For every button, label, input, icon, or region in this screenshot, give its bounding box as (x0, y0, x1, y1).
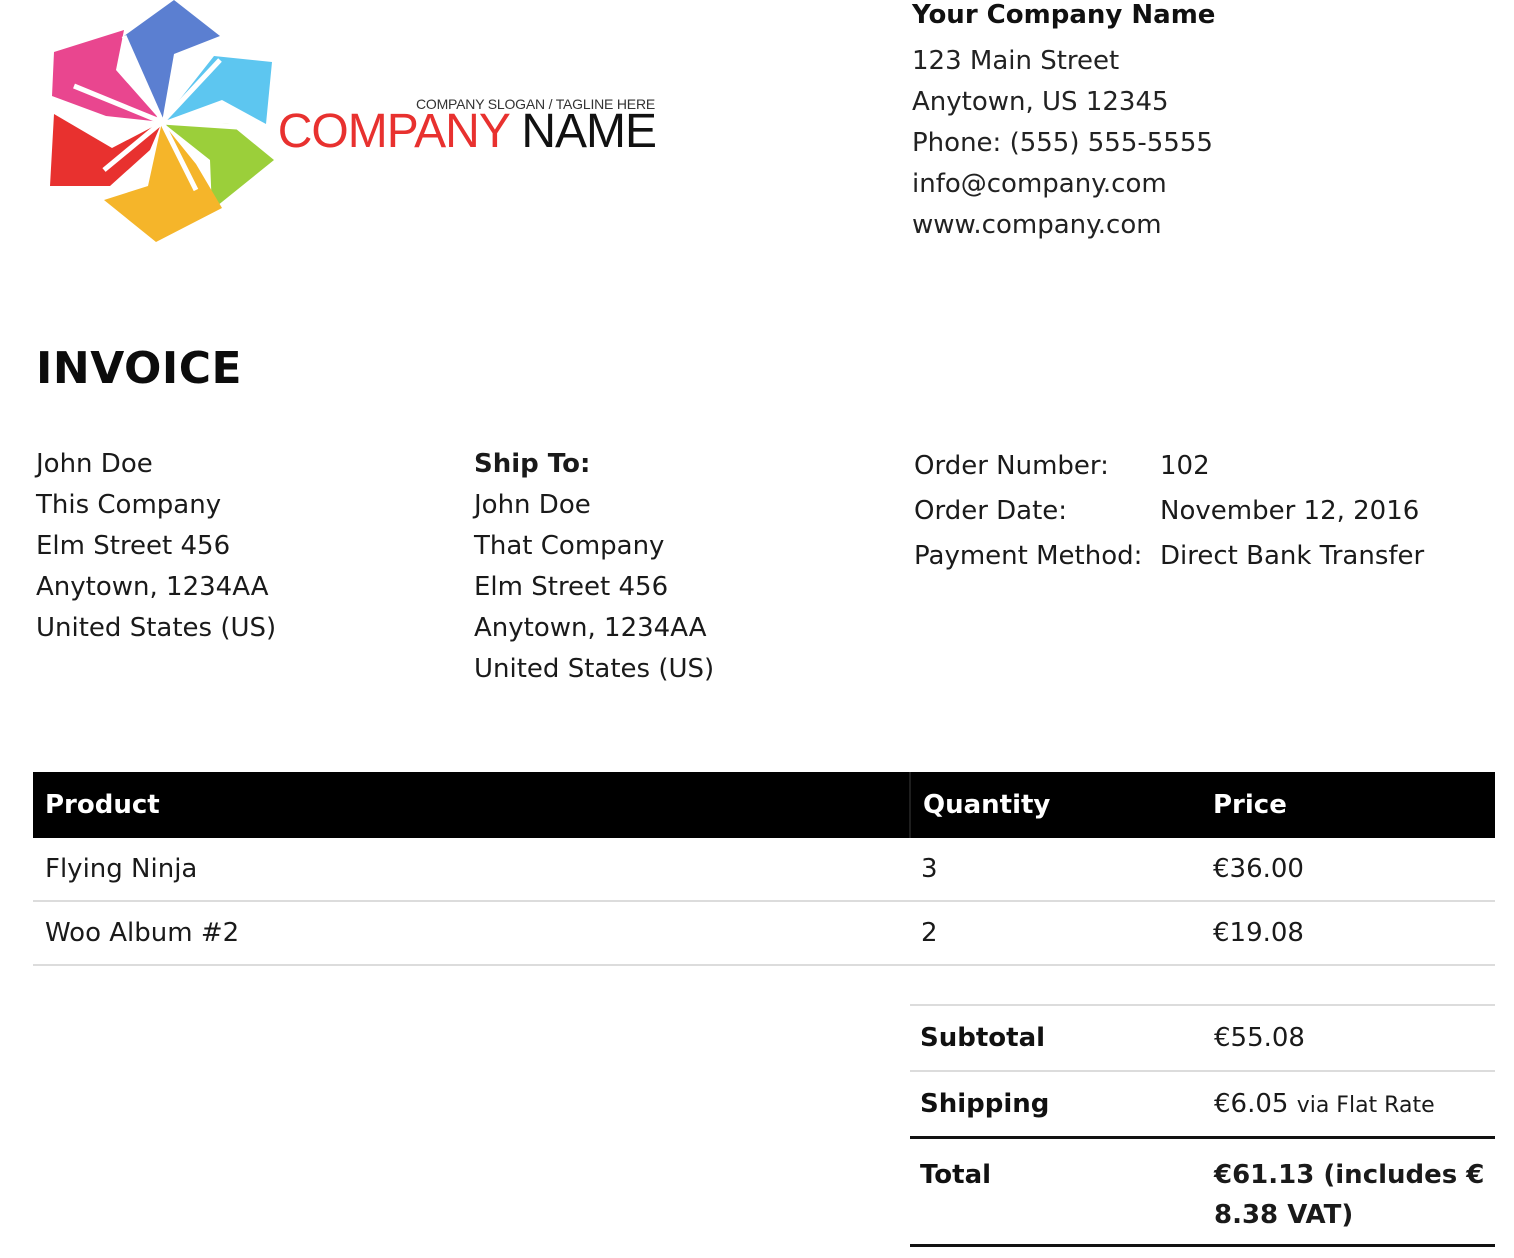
company-info: Your Company Name 123 Main Street Anytow… (912, 0, 1215, 246)
bill-line: Elm Street 456 (36, 531, 231, 561)
subtotal-value: €55.08 (1214, 1023, 1305, 1053)
logo-name-part1: COMPANY (277, 105, 510, 158)
company-website: www.company.com (912, 210, 1162, 240)
row-quantity: 3 (921, 854, 938, 884)
company-name: Your Company Name (912, 0, 1216, 30)
total-value-line1: €61.13 (includes € (1214, 1160, 1485, 1190)
header-price: Price (1213, 790, 1287, 820)
shipping-amount: €6.05 (1214, 1089, 1289, 1119)
order-date-row: Order Date: November 12, 2016 (914, 491, 1424, 536)
row-product: Woo Album #2 (45, 918, 240, 948)
bill-line: This Company (36, 490, 222, 520)
ship-line: That Company (474, 531, 665, 561)
order-number-value: 102 (1160, 451, 1210, 481)
total-row: Total €61.13 (includes € 8.38 VAT) (910, 1139, 1495, 1247)
row-price: €19.08 (1213, 918, 1304, 948)
subtotal-row: Subtotal €55.08 (910, 1006, 1495, 1072)
row-product: Flying Ninja (45, 854, 198, 884)
ship-line: Elm Street 456 (474, 572, 669, 602)
payment-method-row: Payment Method: Direct Bank Transfer (914, 536, 1424, 581)
order-date-value: November 12, 2016 (1160, 496, 1420, 526)
ship-line: United States (US) (474, 654, 715, 684)
totals-table: Subtotal €55.08 Shipping €6.05 via Flat … (910, 1004, 1495, 1247)
table-row: Woo Album #2 2 €19.08 (33, 902, 1495, 966)
company-logo: COMPANY SLOGAN / TAGLINE HERE COMPANY NA… (44, 0, 664, 250)
total-label: Total (920, 1160, 992, 1190)
order-number-row: Order Number: 102 (914, 446, 1424, 491)
ship-line: Anytown, 1234AA (474, 613, 707, 643)
total-value: €61.13 (includes € 8.38 VAT) (1202, 1155, 1495, 1244)
products-table: Product Quantity Price Flying Ninja 3 €3… (33, 772, 1495, 966)
shipping-address: Ship To: John Doe That Company Elm Stree… (474, 444, 714, 690)
order-details: Order Number: 102 Order Date: November 1… (914, 446, 1424, 581)
ship-line: John Doe (474, 490, 591, 520)
table-header: Product Quantity Price (33, 772, 1495, 838)
company-phone: Phone: (555) 555-5555 (912, 128, 1213, 158)
company-city: Anytown, US 12345 (912, 87, 1169, 117)
shipping-row: Shipping €6.05 via Flat Rate (910, 1072, 1495, 1139)
logo-petal-red (50, 114, 162, 186)
header-product: Product (45, 790, 160, 820)
company-street: 123 Main Street (912, 46, 1120, 76)
ship-to-label: Ship To: (474, 449, 591, 479)
row-quantity: 2 (921, 918, 938, 948)
pinwheel-logo-icon (50, 0, 274, 242)
invoice-title: INVOICE (36, 343, 243, 394)
shipping-value: €6.05 via Flat Rate (1202, 1089, 1495, 1119)
billing-address: John Doe This Company Elm Street 456 Any… (36, 444, 276, 649)
bill-line: United States (US) (36, 613, 277, 643)
header-quantity: Quantity (909, 772, 1201, 838)
logo-company-name: COMPANY NAME (276, 104, 657, 160)
logo-name-part2: NAME (521, 105, 657, 158)
shipping-method: via Flat Rate (1296, 1093, 1435, 1118)
shipping-label: Shipping (920, 1089, 1050, 1119)
subtotal-label: Subtotal (920, 1023, 1046, 1053)
bill-line: Anytown, 1234AA (36, 572, 269, 602)
payment-method-value: Direct Bank Transfer (1160, 541, 1425, 571)
order-number-label: Order Number: (914, 451, 1109, 481)
table-row: Flying Ninja 3 €36.00 (33, 838, 1495, 902)
total-value-line2: 8.38 VAT) (1214, 1200, 1354, 1230)
order-date-label: Order Date: (914, 496, 1068, 526)
company-email: info@company.com (912, 169, 1167, 199)
bill-line: John Doe (36, 449, 153, 479)
payment-method-label: Payment Method: (914, 541, 1143, 571)
row-price: €36.00 (1213, 854, 1304, 884)
